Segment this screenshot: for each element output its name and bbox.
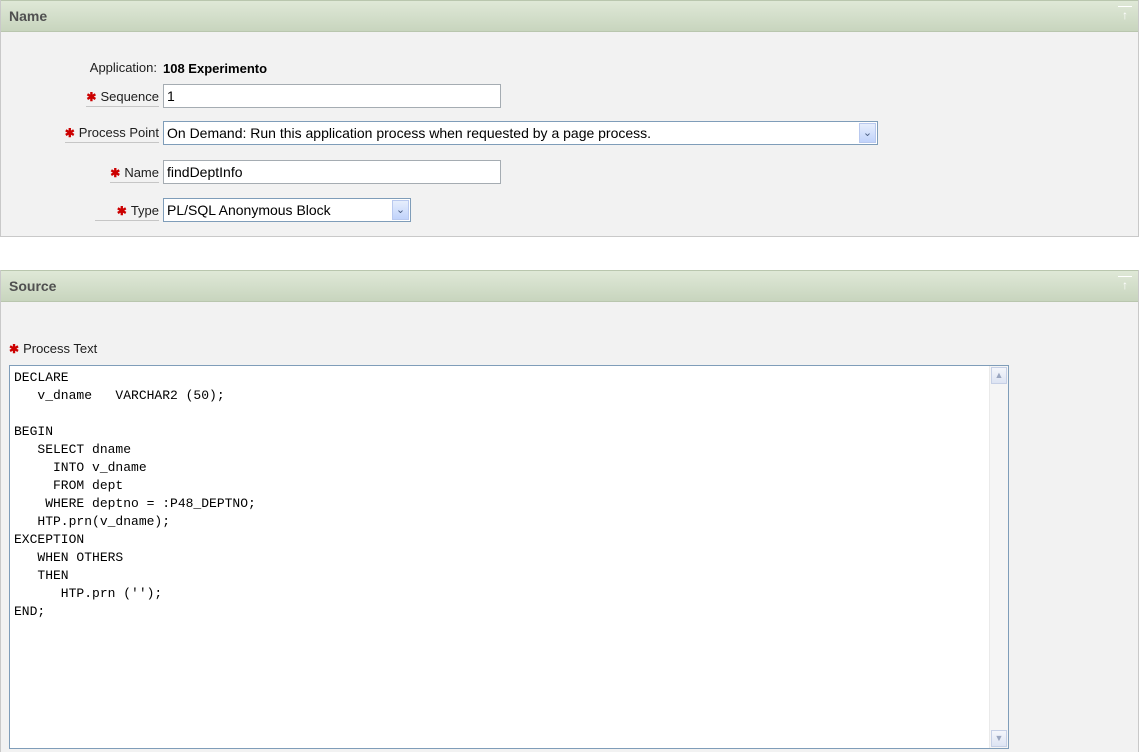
source-region: Source ↑ ✱ Process Text DECLARE v_dname V… (0, 270, 1139, 752)
name-region: Name ↑ Application: 108 Experimento ✱ Seq… (0, 0, 1139, 237)
process-point-select[interactable]: On Demand: Run this application process … (163, 121, 878, 145)
top-arrow-icon[interactable]: ↑ (1118, 276, 1132, 293)
sequence-row: ✱ Sequence (1, 84, 161, 110)
process-point-label: ✱ Process Point (64, 125, 159, 143)
process-text-label: ✱ Process Text (9, 341, 97, 356)
required-icon: ✱ (64, 126, 75, 140)
type-select[interactable]: PL/SQL Anonymous Block ⌄ (163, 198, 411, 222)
name-label: ✱ Name (110, 165, 159, 183)
name-input[interactable]: findDeptInfo (163, 160, 501, 184)
scroll-up-icon[interactable]: ▲ (991, 367, 1007, 384)
required-icon: ✱ (110, 166, 121, 180)
type-label-text: Type (130, 203, 159, 218)
process-text-code: DECLARE v_dname VARCHAR2 (50); BEGIN SEL… (14, 370, 256, 619)
chevron-down-icon[interactable]: ⌄ (859, 123, 876, 143)
required-icon: ✱ (86, 90, 97, 104)
process-point-label-text: Process Point (78, 125, 159, 140)
sequence-label-text: Sequence (100, 89, 159, 104)
sequence-input[interactable]: 1 (163, 84, 501, 108)
type-value: PL/SQL Anonymous Block (167, 202, 331, 218)
name-row: ✱ Name (1, 160, 161, 186)
source-region-header: Source ↑ (1, 270, 1138, 302)
process-point-value: On Demand: Run this application process … (167, 125, 652, 141)
source-region-title: Source (9, 278, 57, 294)
name-region-title: Name (9, 8, 48, 24)
process-text-label-text: Process Text (23, 341, 98, 356)
application-label: Application: (89, 60, 157, 75)
vertical-scrollbar[interactable]: ▲ ▼ (989, 366, 1008, 748)
required-icon: ✱ (9, 342, 20, 356)
application-row: Application: (1, 57, 161, 83)
process-point-row: ✱ Process Point (1, 121, 161, 147)
scroll-down-icon[interactable]: ▼ (991, 730, 1007, 747)
name-label-text: Name (124, 165, 159, 180)
required-icon: ✱ (116, 204, 127, 218)
sequence-label: ✱ Sequence (86, 89, 159, 107)
process-text-textarea[interactable]: DECLARE v_dname VARCHAR2 (50); BEGIN SEL… (9, 365, 1009, 749)
name-region-header: Name ↑ (1, 0, 1138, 32)
top-arrow-icon[interactable]: ↑ (1118, 6, 1132, 23)
application-value: 108 Experimento (163, 61, 268, 76)
type-label: ✱ Type (95, 203, 159, 221)
type-row: ✱ Type (1, 198, 161, 224)
chevron-down-icon[interactable]: ⌄ (392, 200, 409, 220)
